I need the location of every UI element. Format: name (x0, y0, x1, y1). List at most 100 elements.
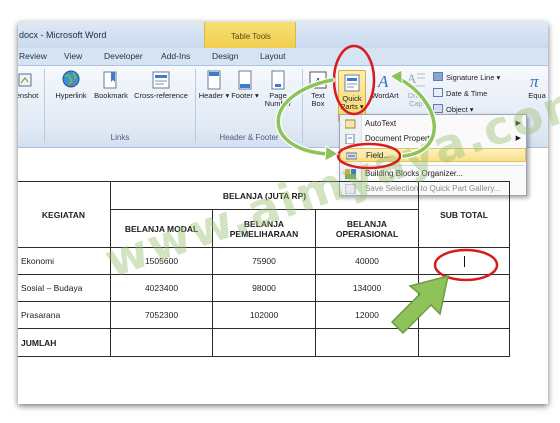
tab-design[interactable]: Design (212, 51, 238, 61)
cell-operasional[interactable]: 134000 (315, 274, 419, 302)
cell-jumlah[interactable]: JUMLAH (18, 328, 111, 357)
footer-button[interactable]: Footer ▾ (230, 70, 260, 100)
date-time-button[interactable]: Date & Time (433, 88, 487, 98)
cell-kegiatan[interactable]: Prasarana (18, 301, 111, 329)
header-belanja-modal: BELANJA MODAL (110, 209, 213, 248)
table-row: Prasarana 7052300 102000 12000 (18, 301, 510, 329)
tab-layout[interactable]: Layout (260, 51, 286, 61)
drop-cap-icon: A (407, 71, 425, 87)
cell-subtotal-active[interactable] (418, 247, 510, 275)
header-footer-group-label: Header & Footer (219, 133, 279, 142)
object-icon (433, 104, 443, 113)
cell-pemeliharaan[interactable]: 75900 (212, 247, 316, 275)
header-belanja-group: BELANJA (JUTA RP) (110, 181, 419, 210)
table-row: Ekonomi 1505600 75900 40000 (18, 247, 510, 275)
page-number-icon (271, 70, 285, 90)
cell-modal[interactable] (110, 328, 213, 357)
menu-item-building-blocks-organizer[interactable]: Building Blocks Organizer... (340, 167, 526, 181)
field-icon (346, 152, 357, 160)
wordart-label: WordArt (371, 91, 399, 100)
drop-cap-button[interactable]: A Drop Cap (402, 70, 430, 108)
table-tools-title: Table Tools (231, 32, 271, 41)
cell-modal[interactable]: 1505600 (110, 247, 213, 275)
group-separator (195, 69, 196, 143)
menu-item-label: Field... (366, 151, 391, 160)
signature-line-button[interactable]: Signature Line ▾ (433, 72, 500, 82)
cross-reference-button[interactable]: Cross-reference (132, 70, 190, 100)
cell-subtotal[interactable] (418, 274, 510, 302)
tab-review[interactable]: Review (19, 51, 47, 61)
cell-operasional[interactable]: 40000 (315, 247, 419, 275)
object-label: Object (446, 105, 468, 114)
cell-kegiatan[interactable]: Ekonomi (18, 247, 111, 275)
header-label: Header (198, 91, 224, 100)
cell-subtotal[interactable] (418, 301, 510, 329)
calendar-icon (433, 88, 443, 97)
header-button[interactable]: Header ▾ (198, 70, 230, 100)
menu-item-label: AutoText (365, 119, 397, 128)
pi-icon: π (530, 72, 539, 90)
wordart-button[interactable]: A WordArt (370, 70, 400, 100)
budget-table: KEGIATAN BELANJA (JUTA RP) SUB TOTAL BEL… (18, 181, 510, 357)
svg-text:π: π (530, 72, 539, 90)
cell-subtotal[interactable] (418, 328, 510, 357)
globe-link-icon (62, 70, 80, 88)
equation-label: Equa (528, 91, 546, 100)
svg-text:A: A (314, 76, 322, 88)
footer-label: Footer (231, 91, 253, 100)
equation-button[interactable]: π Equa (524, 70, 548, 100)
menu-item-label: Document Property (365, 134, 434, 143)
screenshot-button[interactable]: enshot (18, 70, 40, 100)
window-title: docx - Microsoft Word (19, 30, 107, 40)
text-box-button[interactable]: A Text Box (305, 70, 331, 108)
header-belanja-pemeliharaan: BELANJA PEMELIHARAAN (212, 209, 316, 248)
table-row: Sosial – Budaya 4023400 98000 134000 (18, 274, 510, 302)
tab-developer[interactable]: Developer (104, 51, 143, 61)
word-window: docx - Microsoft Word Table Tools Review… (18, 22, 548, 404)
header-kegiatan: KEGIATAN (18, 181, 111, 248)
cell-modal[interactable]: 7052300 (110, 301, 213, 329)
bookmark-button[interactable]: Bookmark (92, 70, 130, 100)
cell-pemeliharaan[interactable]: 98000 (212, 274, 316, 302)
chevron-down-icon: ▾ (359, 102, 364, 111)
table-row: JUMLAH (18, 328, 510, 357)
building-blocks-icon (345, 169, 356, 179)
text-box-icon: A (309, 71, 327, 89)
page-number-button[interactable]: Page Number (262, 70, 294, 108)
cell-pemeliharaan[interactable]: 102000 (212, 301, 316, 329)
object-button[interactable]: Object ▾ (433, 104, 474, 114)
signature-line-label: Signature Line (446, 73, 495, 82)
tab-add-ins[interactable]: Add-Ins (161, 51, 190, 61)
submenu-arrow-icon: ▶ (515, 120, 521, 127)
menu-item-document-property[interactable]: Document Property ▶ (340, 132, 526, 146)
document-property-icon (345, 134, 355, 144)
header-icon (207, 70, 221, 90)
cross-reference-label: Cross-reference (134, 91, 188, 100)
wordart-icon: A (377, 72, 389, 90)
cell-modal[interactable]: 4023400 (110, 274, 213, 302)
drop-cap-label: Drop Cap (407, 91, 425, 108)
svg-text:A: A (407, 71, 417, 86)
signature-line-icon (433, 72, 443, 81)
cell-pemeliharaan[interactable] (212, 328, 316, 357)
header-belanja-operasional: BELANJA OPERASIONAL (315, 209, 419, 248)
cell-operasional[interactable]: 12000 (315, 301, 419, 329)
text-cursor (463, 255, 465, 267)
ribbon-tabs: Review View Developer Add-Ins Design Lay… (18, 48, 548, 66)
cell-operasional[interactable] (315, 328, 419, 357)
text-box-label: Text Box (311, 91, 325, 108)
hyperlink-label: Hyperlink (55, 91, 87, 100)
header-sub-total: SUB TOTAL (418, 181, 510, 248)
cross-reference-icon (152, 71, 170, 89)
cell-kegiatan[interactable]: Sosial – Budaya (18, 274, 111, 302)
menu-item-label: Building Blocks Organizer... (365, 169, 463, 178)
menu-item-field[interactable]: Field... (340, 148, 526, 162)
chevron-down-icon: ▾ (255, 91, 259, 100)
tab-view[interactable]: View (64, 51, 82, 61)
page-number-label: Page Number (264, 91, 292, 108)
quick-parts-label: Quick Parts (340, 94, 362, 111)
date-time-label: Date & Time (446, 89, 488, 98)
chevron-down-icon: ▾ (225, 91, 230, 100)
hyperlink-button[interactable]: Hyperlink (51, 70, 91, 100)
menu-item-autotext[interactable]: AutoText ▶ (340, 117, 526, 131)
